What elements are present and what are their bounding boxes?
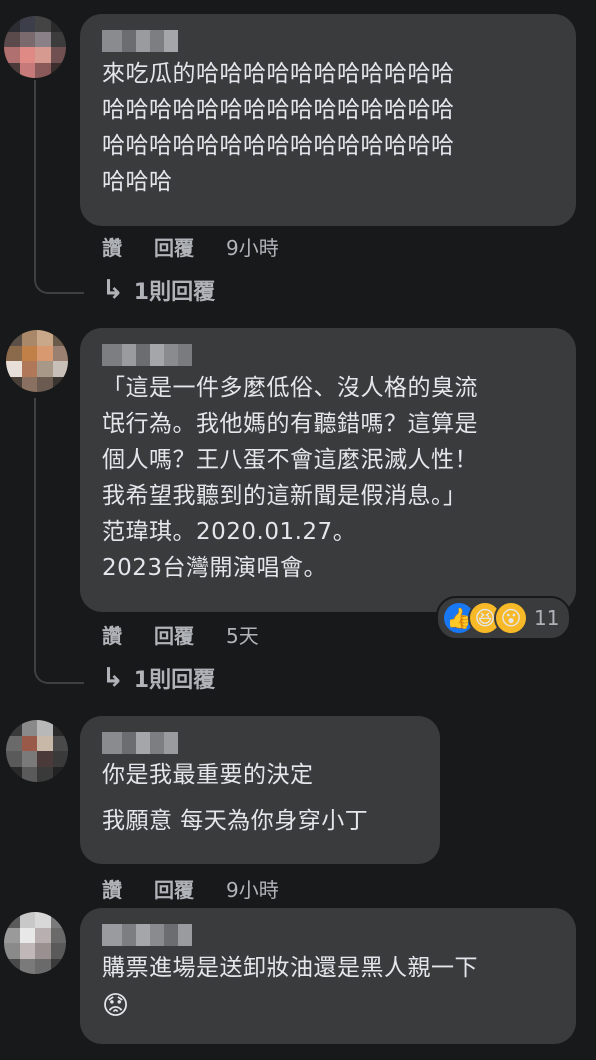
comment-actions: 讚 回覆 9小時 — [102, 874, 279, 903]
comment-bubble: 來吃瓜的哈哈哈哈哈哈哈哈哈哈哈 哈哈哈哈哈哈哈哈哈哈哈哈哈哈哈 哈哈哈哈哈哈哈哈… — [80, 14, 576, 226]
reply-button[interactable]: 回覆 — [154, 620, 194, 649]
reply-arrow-icon: ↳ — [102, 663, 124, 693]
comment-text: 「這是一件多麼低俗、沒人格的臭流 氓行為。我他媽的有聽錯嗎？這算是 個人嗎？王八… — [102, 375, 478, 581]
view-replies-link[interactable]: ↳ 1則回覆 — [102, 662, 215, 694]
like-button[interactable]: 讚 — [102, 874, 122, 903]
view-replies-link[interactable]: ↳ 1則回覆 — [102, 274, 215, 306]
avatar[interactable] — [6, 330, 68, 392]
comment-bubble: 購票進場是送卸妝油還是黑人親一下 😟 — [80, 908, 576, 1044]
avatar[interactable] — [6, 720, 68, 782]
comment-timestamp[interactable]: 5天 — [226, 620, 259, 649]
comment-timestamp[interactable]: 9小時 — [226, 874, 279, 903]
reply-button[interactable]: 回覆 — [154, 232, 194, 261]
comment-actions: 讚 回覆 5天 — [102, 620, 259, 649]
replies-count-label: 1則回覆 — [133, 668, 216, 693]
avatar[interactable] — [4, 912, 66, 974]
commenter-name-blurred[interactable] — [102, 30, 554, 52]
comment-text: 購票進場是送卸妝油還是黑人親一下 — [102, 955, 478, 981]
comment-text: 來吃瓜的哈哈哈哈哈哈哈哈哈哈哈 哈哈哈哈哈哈哈哈哈哈哈哈哈哈哈 哈哈哈哈哈哈哈哈… — [102, 61, 455, 195]
comment-text: 你是我最重要的決定 我願意 每天為你身穿小丁 — [102, 762, 369, 834]
comment-actions: 讚 回覆 9小時 — [102, 232, 279, 261]
wow-reaction-icon: 😮 — [494, 601, 528, 635]
reactions-summary[interactable]: 👍 😆 😮 11 — [436, 596, 572, 640]
comment-bubble: 「這是一件多麼低俗、沒人格的臭流 氓行為。我他媽的有聽錯嗎？這算是 個人嗎？王八… — [80, 328, 576, 612]
reply-thread-line — [34, 398, 84, 684]
reaction-count: 11 — [534, 606, 560, 630]
avatar[interactable] — [4, 16, 66, 78]
commenter-name-blurred[interactable] — [102, 924, 554, 946]
reply-arrow-icon: ↳ — [102, 275, 124, 305]
commenter-name-blurred[interactable] — [102, 732, 418, 754]
worried-emoji-icon: 😟 — [102, 991, 130, 1021]
like-button[interactable]: 讚 — [102, 232, 122, 261]
comment-timestamp[interactable]: 9小時 — [226, 232, 279, 261]
replies-count-label: 1則回覆 — [133, 280, 216, 305]
reply-button[interactable]: 回覆 — [154, 874, 194, 903]
commenter-name-blurred[interactable] — [102, 344, 554, 366]
like-button[interactable]: 讚 — [102, 620, 122, 649]
comment-bubble: 你是我最重要的決定 我願意 每天為你身穿小丁 — [80, 716, 440, 864]
reply-thread-line — [34, 80, 84, 294]
